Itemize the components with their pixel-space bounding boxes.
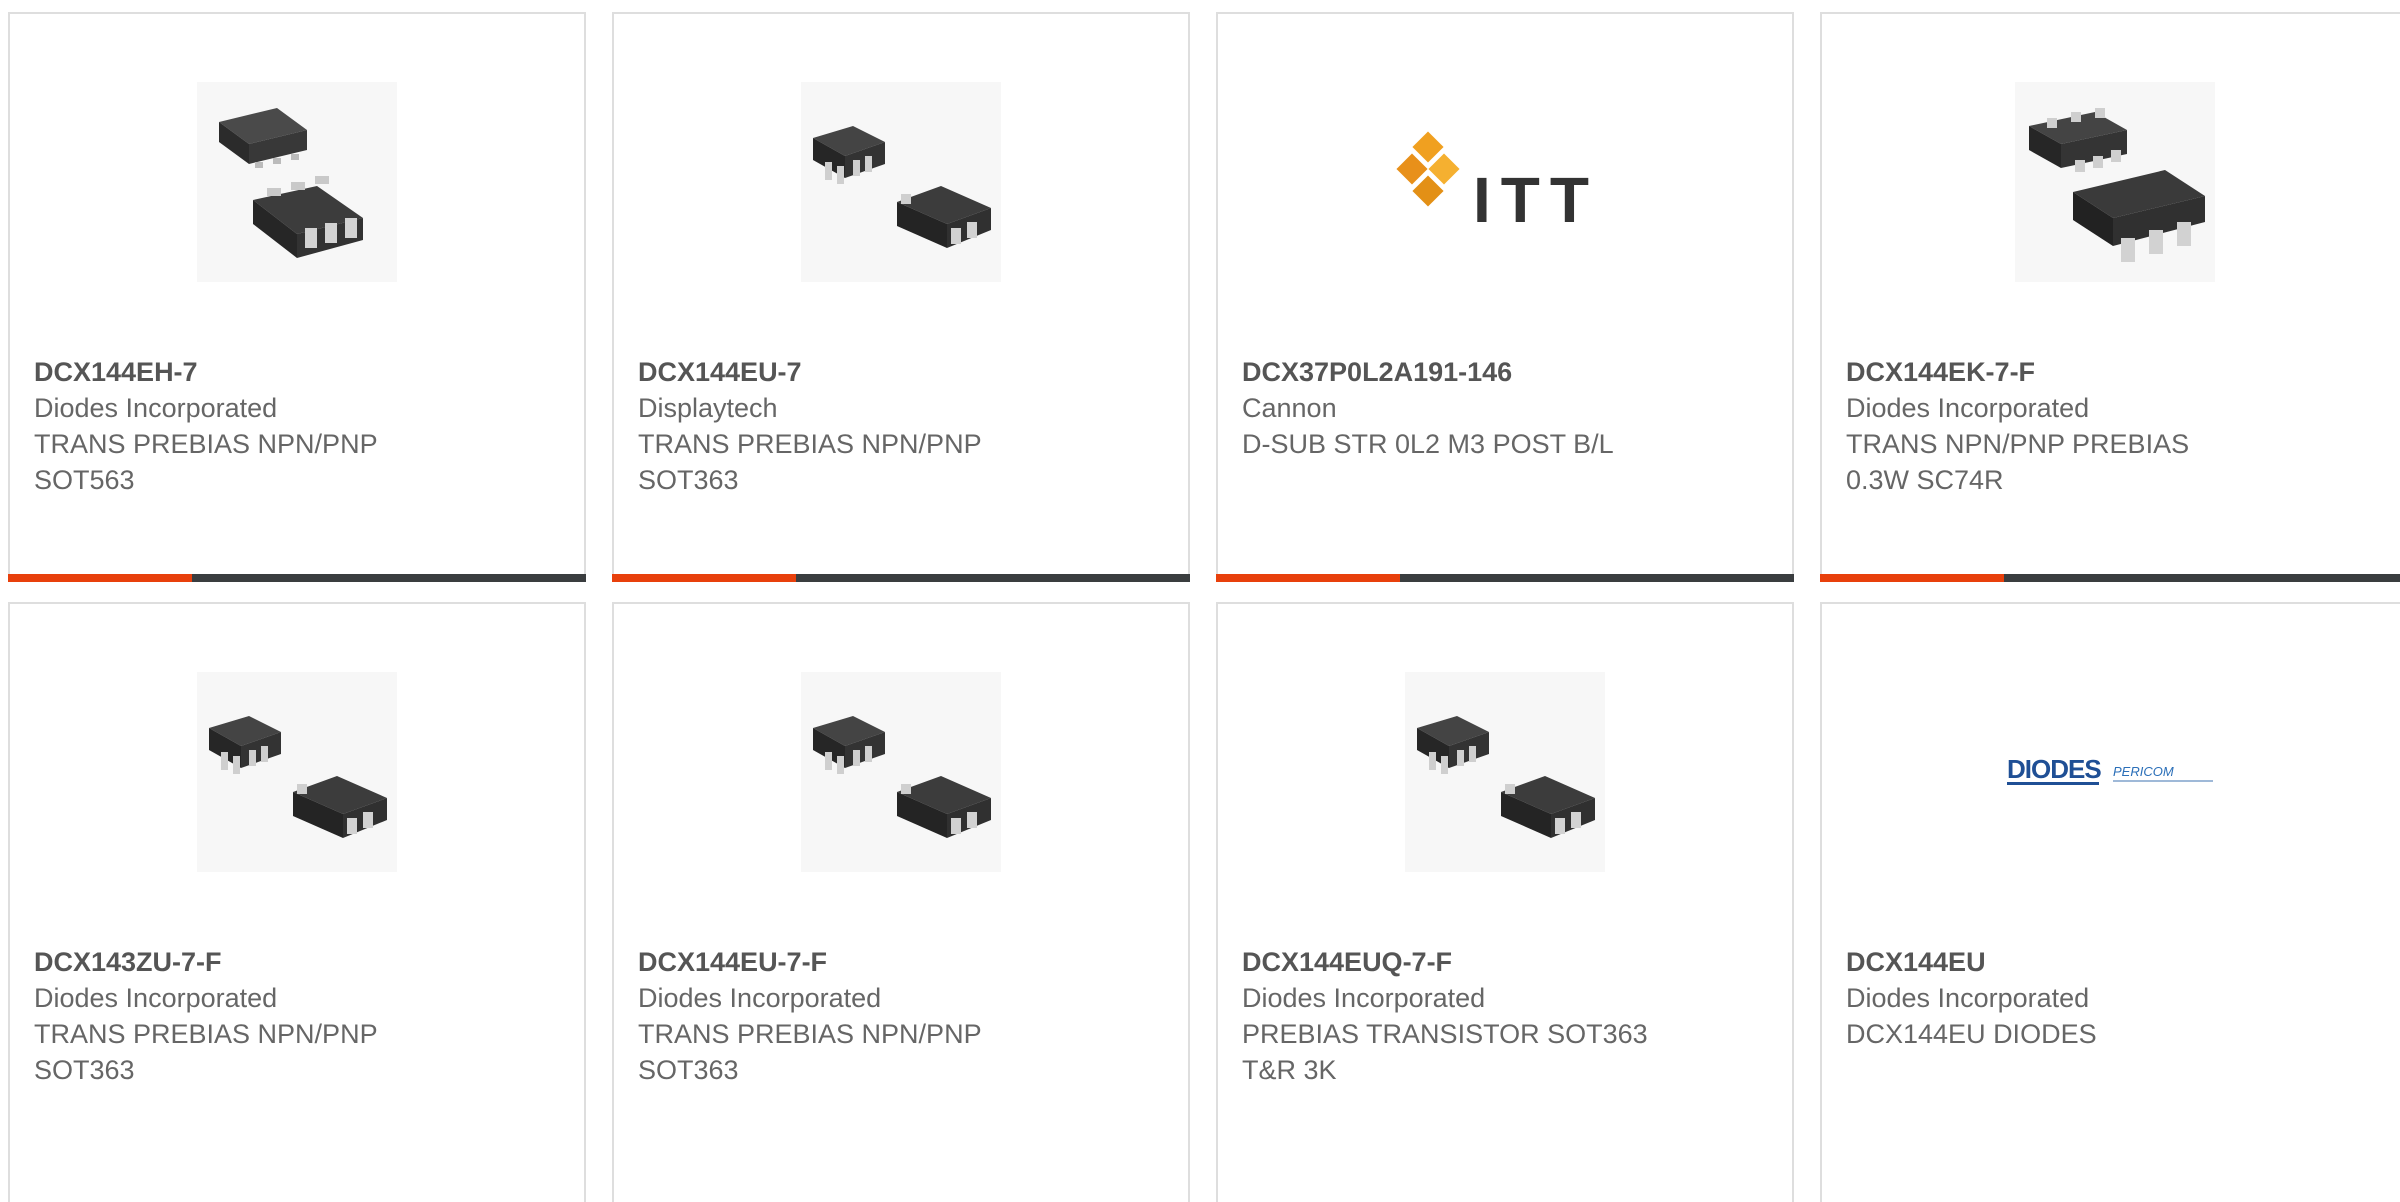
product-image[interactable] [2015,82,2215,282]
card-accent-bar [1820,574,2400,582]
part-number-link[interactable]: DCX144EU-7 [638,354,1168,390]
product-info: DCX143ZU-7-F Diodes Incorporated TRANS P… [34,944,564,1088]
description: TRANS PREBIAS NPN/PNP SOT563 [34,429,378,495]
product-card[interactable]: DCX144EUQ-7-F Diodes Incorporated PREBIA… [1216,602,1794,1202]
part-number-link[interactable]: DCX144EU [1846,944,2388,980]
manufacturer: Diodes Incorporated [1242,983,1486,1013]
sot563-package-icon [197,82,397,282]
product-image[interactable] [197,82,397,282]
product-info: DCX144EUQ-7-F Diodes Incorporated PREBIA… [1242,944,1772,1088]
manufacturer: Diodes Incorporated [34,983,278,1013]
description: D-SUB STR 0L2 M3 POST B/L [1242,429,1614,459]
product-card[interactable]: DIODES PERICOM DCX144EU Diodes Incorpora… [1820,602,2400,1202]
description: TRANS NPN/PNP PREBIAS 0.3W SC74R [1846,429,2190,495]
pericom-logo-text: PERICOM [2113,764,2174,779]
product-card[interactable]: DCX144EH-7 Diodes Incorporated TRANS PRE… [8,12,586,582]
product-info: DCX144EU Diodes Incorporated DCX144EU DI… [1846,944,2388,1052]
part-number-link[interactable]: DCX143ZU-7-F [34,944,564,980]
product-image[interactable] [1405,672,1605,872]
part-number-link[interactable]: DCX144EH-7 [34,354,564,390]
itt-logo: ITT [1396,131,1599,236]
description: PREBIAS TRANSISTOR SOT363 T&R 3K [1242,1019,1648,1085]
part-number-link[interactable]: DCX144EK-7-F [1846,354,2388,390]
card-accent-bar [1216,574,1794,582]
part-number-link[interactable]: DCX37P0L2A191-146 [1242,354,1772,390]
product-image[interactable]: DIODES PERICOM [2005,672,2225,872]
manufacturer: Diodes Incorporated [1846,983,2090,1013]
card-accent-bar [8,574,586,582]
product-image[interactable]: ITT [1385,82,1625,282]
sot363-package-icon [801,672,1001,872]
sc74r-package-icon [2015,82,2215,282]
part-number-link[interactable]: DCX144EU-7-F [638,944,1168,980]
diodes-logo-text: DIODES [2007,754,2101,784]
product-info: DCX144EU-7 Displaytech TRANS PREBIAS NPN… [638,354,1168,498]
manufacturer: Diodes Incorporated [638,983,882,1013]
manufacturer: Diodes Incorporated [34,393,278,423]
product-card[interactable]: DCX143ZU-7-F Diodes Incorporated TRANS P… [8,602,586,1202]
description: TRANS PREBIAS NPN/PNP SOT363 [34,1019,378,1085]
sot363-package-icon [1405,672,1605,872]
card-accent-bar [612,574,1190,582]
diodes-pericom-logo: DIODES PERICOM [2007,754,2213,785]
product-image[interactable] [801,672,1001,872]
product-grid: DCX144EH-7 Diodes Incorporated TRANS PRE… [0,0,2400,1202]
product-info: DCX144EK-7-F Diodes Incorporated TRANS N… [1846,354,2388,498]
product-card[interactable]: ITT DCX37P0L2A191-146 Cannon D-SUB STR 0… [1216,12,1794,582]
description: DCX144EU DIODES [1846,1019,2097,1049]
product-card[interactable]: DCX144EU-7-F Diodes Incorporated TRANS P… [612,602,1190,1202]
product-info: DCX37P0L2A191-146 Cannon D-SUB STR 0L2 M… [1242,354,1772,462]
itt-logo-text: ITT [1473,164,1599,236]
product-image[interactable] [801,82,1001,282]
product-image[interactable] [197,672,397,872]
description: TRANS PREBIAS NPN/PNP SOT363 [638,429,982,495]
manufacturer: Diodes Incorporated [1846,393,2090,423]
sot363-package-icon [801,82,1001,282]
manufacturer: Displaytech [638,393,778,423]
sot363-package-icon [197,672,397,872]
product-info: DCX144EH-7 Diodes Incorporated TRANS PRE… [34,354,564,498]
product-card[interactable]: DCX144EK-7-F Diodes Incorporated TRANS N… [1820,12,2400,582]
part-number-link[interactable]: DCX144EUQ-7-F [1242,944,1772,980]
manufacturer: Cannon [1242,393,1337,423]
product-info: DCX144EU-7-F Diodes Incorporated TRANS P… [638,944,1168,1088]
product-card[interactable]: DCX144EU-7 Displaytech TRANS PREBIAS NPN… [612,12,1190,582]
description: TRANS PREBIAS NPN/PNP SOT363 [638,1019,982,1085]
